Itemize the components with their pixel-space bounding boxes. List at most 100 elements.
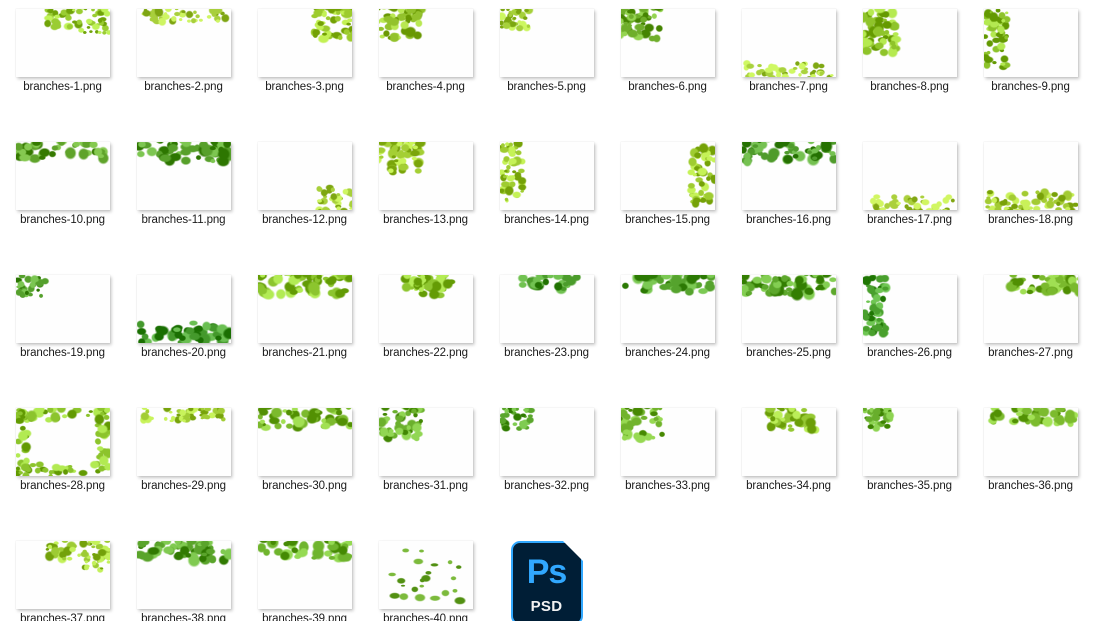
file-thumbnail[interactable] [365,138,486,210]
file-item[interactable]: branches-20.png [123,271,244,361]
file-item[interactable]: PsPSDbranches.psd [486,537,607,621]
leaf-branch-artwork [136,541,231,609]
leaf-branch-artwork [378,9,473,77]
file-thumbnail[interactable] [244,5,365,77]
file-thumbnail[interactable] [365,404,486,476]
file-thumbnail[interactable] [970,404,1091,476]
file-thumbnail[interactable] [607,271,728,343]
file-thumbnail[interactable] [486,138,607,210]
file-thumbnail[interactable] [365,5,486,77]
file-thumbnail[interactable] [123,5,244,77]
file-thumbnail[interactable] [970,271,1091,343]
file-item[interactable]: branches-8.png [849,5,970,95]
thumbnail-image [15,142,110,210]
file-item[interactable]: branches-25.png [728,271,849,361]
file-thumbnail[interactable] [728,271,849,343]
file-item[interactable]: branches-17.png [849,138,970,228]
file-thumbnail[interactable] [244,271,365,343]
file-item[interactable]: branches-9.png [970,5,1091,95]
file-thumbnail[interactable] [2,404,123,476]
file-thumbnail[interactable] [970,138,1091,210]
file-item[interactable]: branches-36.png [970,404,1091,494]
file-thumbnail[interactable] [244,404,365,476]
file-thumbnail[interactable] [123,271,244,343]
file-item[interactable]: branches-37.png [2,537,123,621]
file-thumbnail[interactable] [728,138,849,210]
file-item[interactable]: branches-4.png [365,5,486,95]
leaf-branch-artwork [136,408,231,476]
file-thumbnail[interactable] [849,5,970,77]
file-thumbnail[interactable] [607,138,728,210]
file-item[interactable]: branches-15.png [607,138,728,228]
file-item[interactable]: branches-18.png [970,138,1091,228]
file-item[interactable]: branches-33.png [607,404,728,494]
file-item[interactable]: branches-5.png [486,5,607,95]
file-item[interactable]: branches-3.png [244,5,365,95]
file-item[interactable]: branches-2.png [123,5,244,95]
psd-file-icon[interactable]: Ps PSD [486,537,607,621]
file-thumbnail[interactable] [244,138,365,210]
thumbnail-image [499,408,594,476]
file-thumbnail[interactable] [244,537,365,609]
thumbnail-image [257,142,352,210]
file-explorer-icon-grid[interactable]: branches-1.png branches-2.png branches-3.p… [0,0,1110,621]
file-item[interactable]: branches-31.png [365,404,486,494]
file-item[interactable]: branches-22.png [365,271,486,361]
thumbnail-image [257,275,352,343]
file-thumbnail[interactable] [2,138,123,210]
file-thumbnail[interactable] [123,537,244,609]
file-thumbnail[interactable] [123,404,244,476]
thumbnail-image [257,408,352,476]
file-item[interactable]: branches-1.png [2,5,123,95]
file-item[interactable]: branches-14.png [486,138,607,228]
psd-extension-label: PSD [530,598,563,615]
file-thumbnail[interactable] [849,404,970,476]
file-thumbnail[interactable] [849,271,970,343]
file-item[interactable]: branches-29.png [123,404,244,494]
file-thumbnail[interactable] [728,404,849,476]
file-name-label: branches-18.png [988,214,1073,226]
file-item[interactable]: branches-13.png [365,138,486,228]
file-thumbnail[interactable] [2,271,123,343]
file-item[interactable]: branches-6.png [607,5,728,95]
file-thumbnail[interactable] [2,5,123,77]
file-item[interactable]: branches-19.png [2,271,123,361]
file-item[interactable]: branches-7.png [728,5,849,95]
file-item[interactable]: branches-21.png [244,271,365,361]
file-item[interactable]: branches-27.png [970,271,1091,361]
file-item[interactable]: branches-38.png [123,537,244,621]
file-item[interactable]: branches-10.png [2,138,123,228]
file-item[interactable]: branches-12.png [244,138,365,228]
file-thumbnail[interactable] [2,537,123,609]
file-name-label: branches-40.png [383,613,468,621]
file-item[interactable]: branches-28.png [2,404,123,494]
leaf-branch-artwork [499,142,594,210]
file-thumbnail[interactable] [365,271,486,343]
file-item[interactable]: branches-16.png [728,138,849,228]
file-thumbnail[interactable] [486,404,607,476]
thumbnail-image [15,408,110,476]
file-item[interactable]: branches-40.png [365,537,486,621]
leaf-branch-artwork [983,408,1078,476]
file-thumbnail[interactable] [728,5,849,77]
file-thumbnail[interactable] [486,5,607,77]
file-thumbnail[interactable] [123,138,244,210]
file-item[interactable]: branches-11.png [123,138,244,228]
file-item[interactable]: branches-34.png [728,404,849,494]
file-thumbnail[interactable] [365,537,486,609]
file-item[interactable]: branches-30.png [244,404,365,494]
file-item[interactable]: branches-35.png [849,404,970,494]
file-thumbnail[interactable] [970,5,1091,77]
file-item[interactable]: branches-39.png [244,537,365,621]
leaf-branch-artwork [983,142,1078,210]
file-thumbnail[interactable] [607,404,728,476]
file-name-label: branches-37.png [20,613,105,621]
file-thumbnail[interactable] [607,5,728,77]
file-thumbnail[interactable] [849,138,970,210]
file-name-label: branches-27.png [988,347,1073,359]
file-thumbnail[interactable] [486,271,607,343]
file-item[interactable]: branches-24.png [607,271,728,361]
file-item[interactable]: branches-23.png [486,271,607,361]
file-item[interactable]: branches-32.png [486,404,607,494]
file-item[interactable]: branches-26.png [849,271,970,361]
